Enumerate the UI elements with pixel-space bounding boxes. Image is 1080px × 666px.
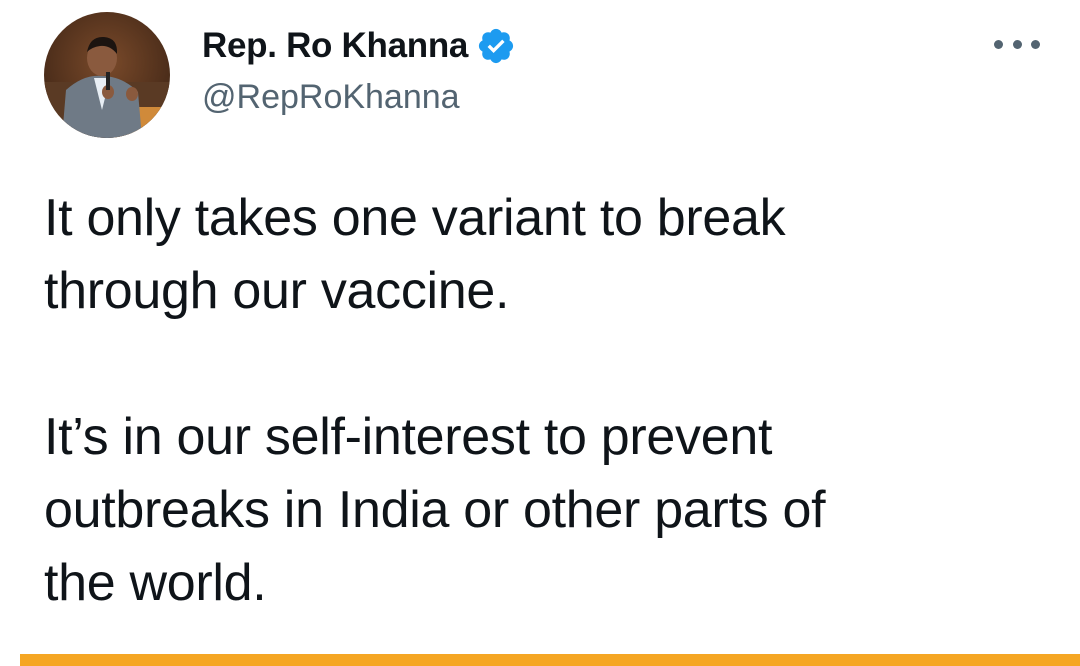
author-names: Rep. Ro Khanna @RepRoKhanna	[202, 24, 516, 117]
tweet-line: through our vaccine.	[44, 262, 510, 320]
tweet-line: It’s in our self-interest to prevent	[44, 408, 773, 466]
user-handle[interactable]: @RepRoKhanna	[202, 78, 516, 117]
tweet-body: It only takes one variant to break throu…	[44, 182, 1034, 620]
tweet-line: It only takes one variant to break	[44, 189, 786, 247]
tweet-paragraph-2: It’s in our self-interest to prevent out…	[44, 401, 1034, 620]
display-name[interactable]: Rep. Ro Khanna	[202, 26, 468, 66]
tweet-line: outbreaks in India or other parts of	[44, 481, 826, 539]
accent-bar	[20, 654, 1080, 666]
more-dot	[1031, 39, 1040, 49]
more-dot	[1012, 39, 1022, 49]
tweet-header: Rep. Ro Khanna @RepRoKhanna	[44, 12, 1044, 138]
verified-badge-icon	[476, 26, 516, 66]
display-name-row: Rep. Ro Khanna	[202, 24, 516, 68]
more-options-icon[interactable]	[994, 32, 1040, 56]
more-dot	[994, 39, 1003, 49]
avatar-image	[44, 12, 170, 138]
avatar[interactable]	[44, 12, 170, 138]
tweet-line: the world.	[44, 554, 267, 612]
tweet-paragraph-1: It only takes one variant to break throu…	[44, 182, 1034, 328]
